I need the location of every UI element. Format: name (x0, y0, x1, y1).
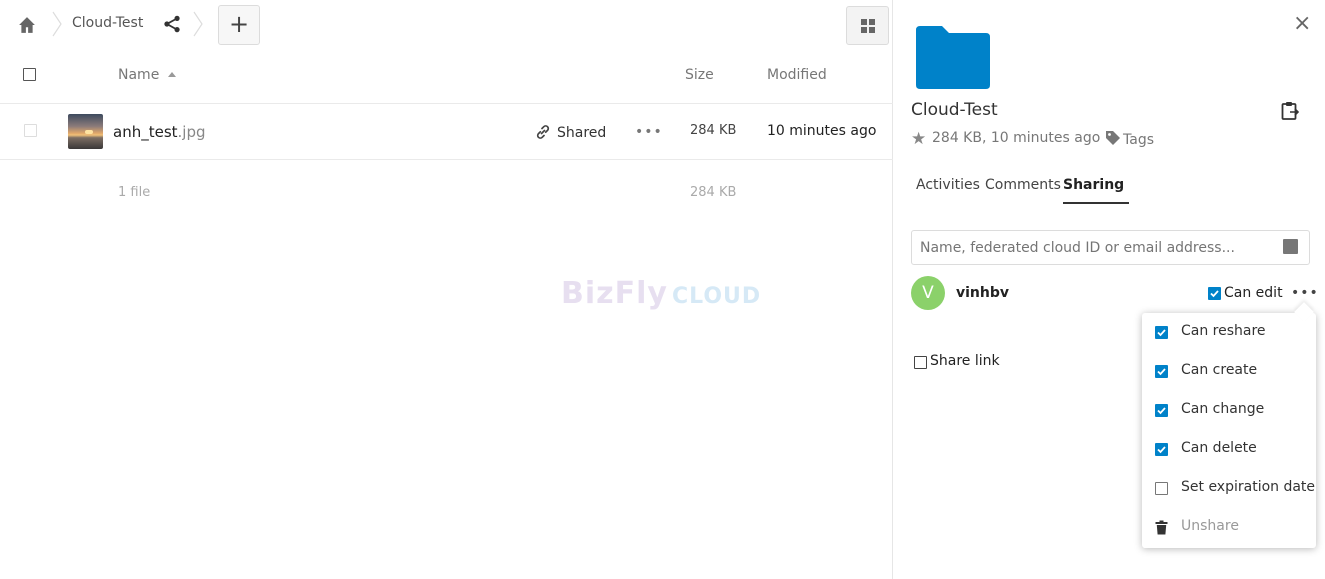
file-row[interactable]: anh_test.jpg Shared ••• 284 KB 10 minute… (0, 104, 893, 160)
file-extension: .jpg (177, 123, 206, 141)
breadcrumb: Cloud-Test + (0, 0, 893, 48)
tags-button[interactable]: Tags (1105, 130, 1154, 148)
share-link-checkbox[interactable] (914, 356, 927, 369)
share-search-input[interactable] (911, 230, 1310, 265)
file-name[interactable]: anh_test.jpg (113, 123, 206, 141)
breadcrumb-separator-icon (52, 11, 62, 37)
home-icon[interactable] (18, 16, 36, 34)
checkbox-checked-icon[interactable] (1155, 365, 1168, 378)
checkbox-checked-icon[interactable] (1155, 404, 1168, 417)
close-sidebar-button[interactable]: × (1293, 13, 1311, 35)
link-icon (536, 125, 550, 139)
tab-comments[interactable]: Comments (985, 177, 1061, 202)
menu-item-unshare[interactable]: Unshare (1155, 518, 1315, 540)
menu-item-can-change[interactable]: Can change (1155, 401, 1315, 423)
column-header-modified[interactable]: Modified (767, 67, 827, 83)
share-options-menu-button[interactable]: ••• (1291, 285, 1319, 301)
menu-item-can-create[interactable]: Can create (1155, 362, 1315, 384)
trash-icon (1155, 520, 1168, 535)
file-table-header: Name Size Modified (0, 50, 893, 104)
share-options-popover: Can reshare Can create Can change Can de… (1142, 302, 1316, 548)
share-link-label[interactable]: Share link (930, 353, 1000, 369)
watermark-logo: BizFly CLOUD (561, 276, 762, 311)
share-icon[interactable] (163, 15, 181, 33)
select-all-checkbox[interactable] (23, 68, 36, 81)
summary-file-count: 1 file (118, 185, 151, 200)
column-header-size[interactable]: Size (685, 67, 714, 83)
file-thumbnail[interactable] (68, 114, 103, 149)
contacts-icon[interactable] (1283, 239, 1298, 254)
details-sidebar: × Cloud-Test ★ 284 KB, 10 minutes ago Ta… (894, 0, 1325, 579)
checkbox-checked-icon[interactable] (1155, 326, 1168, 339)
favorite-star-icon[interactable]: ★ (911, 129, 926, 149)
can-edit-checkbox[interactable] (1208, 287, 1221, 300)
can-edit-label[interactable]: Can edit (1224, 285, 1283, 301)
grid-view-button[interactable] (846, 6, 889, 45)
menu-item-can-delete[interactable]: Can delete (1155, 440, 1315, 462)
tab-activities[interactable]: Activities (916, 177, 980, 202)
tag-icon (1106, 131, 1120, 145)
column-header-name[interactable]: Name (118, 67, 159, 83)
folder-icon (916, 26, 990, 89)
new-file-button[interactable]: + (218, 5, 260, 45)
checkbox-unchecked-icon[interactable] (1155, 482, 1168, 495)
file-modified: 10 minutes ago (767, 123, 877, 139)
clipboard-icon[interactable] (1281, 101, 1299, 121)
file-list-panel: Cloud-Test + Name Size Modified anh_test… (0, 0, 893, 579)
summary-total-size: 284 KB (690, 185, 737, 200)
checkbox-checked-icon[interactable] (1155, 443, 1168, 456)
breadcrumb-folder[interactable]: Cloud-Test (72, 15, 143, 31)
breadcrumb-separator-icon (193, 11, 203, 37)
shared-status-link[interactable]: Shared (535, 124, 606, 141)
shared-label: Shared (557, 125, 607, 141)
sidebar-title: Cloud-Test (911, 100, 998, 120)
menu-item-can-reshare[interactable]: Can reshare (1155, 323, 1315, 345)
file-size: 284 KB (690, 123, 737, 138)
sort-ascending-icon (168, 72, 176, 77)
file-actions-menu-button[interactable]: ••• (635, 124, 663, 140)
share-user-name: vinhbv (956, 285, 1010, 301)
file-row-checkbox[interactable] (24, 124, 37, 137)
tab-sharing[interactable]: Sharing (1063, 177, 1130, 204)
grid-view-icon (861, 19, 867, 25)
avatar: V (911, 276, 945, 310)
menu-item-set-expiration-date[interactable]: Set expiration date (1155, 479, 1315, 501)
